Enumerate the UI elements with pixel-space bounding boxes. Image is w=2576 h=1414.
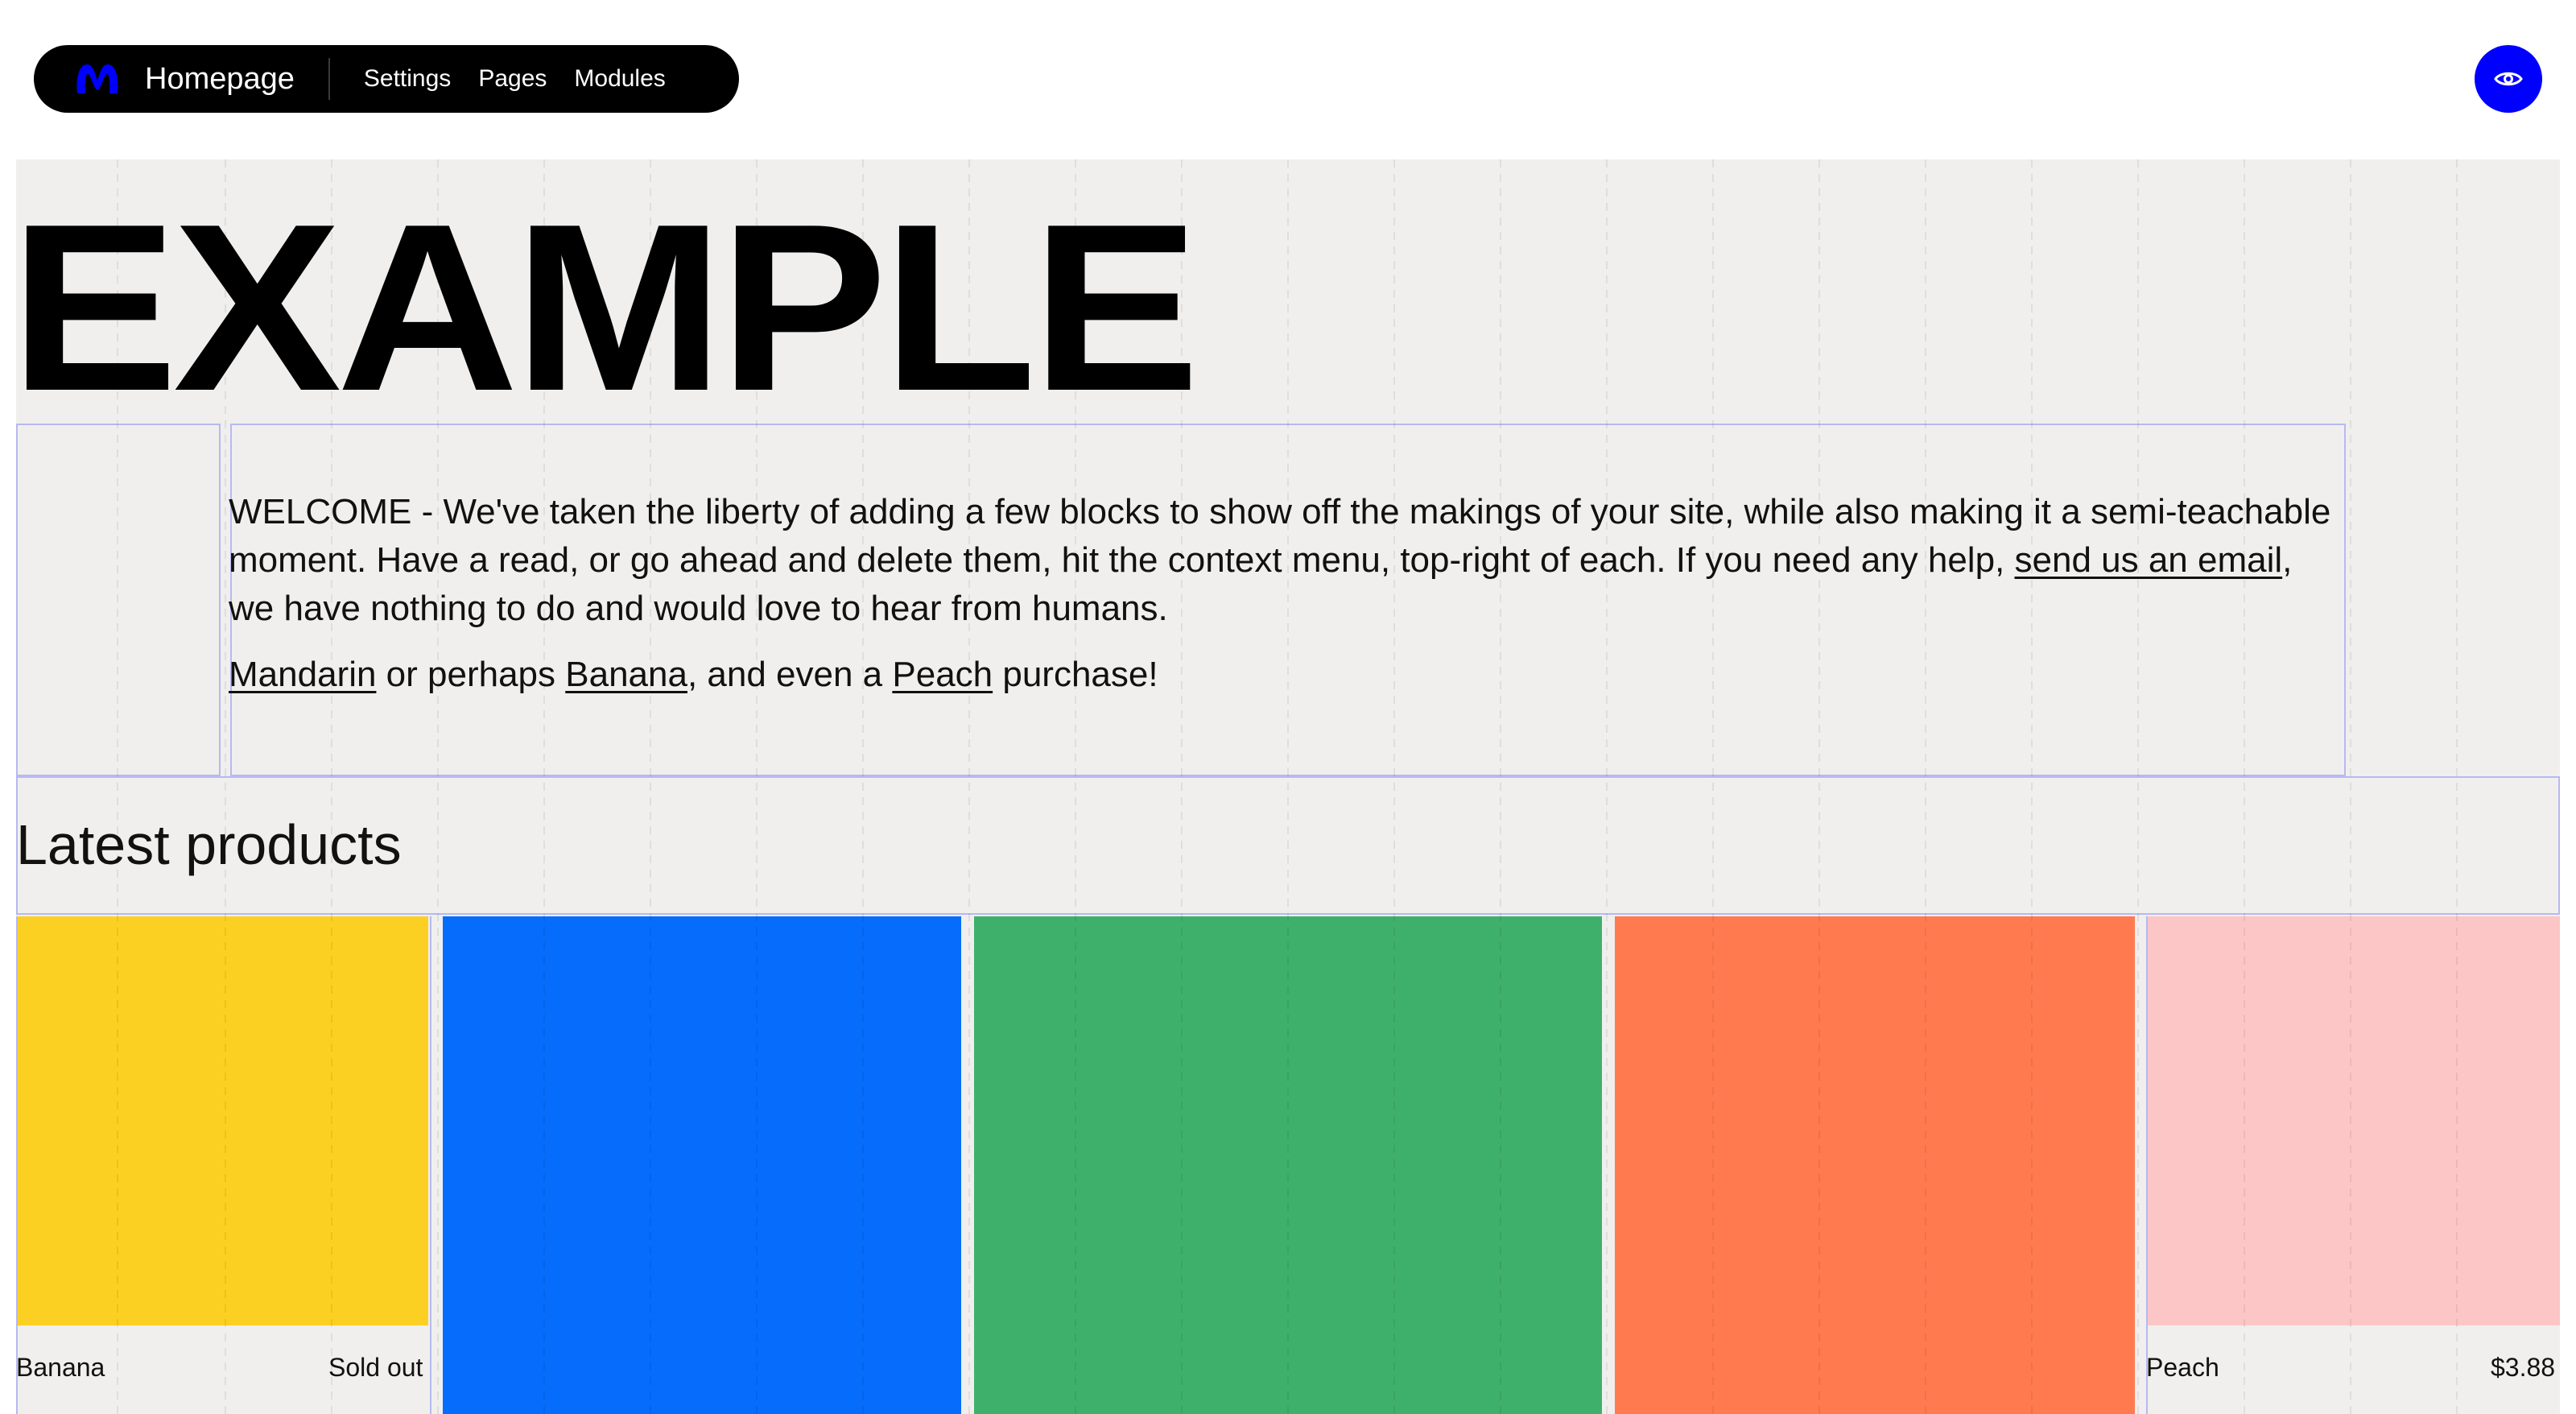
- product-price: $3.88: [2491, 1353, 2556, 1382]
- peach-link[interactable]: Peach: [892, 655, 993, 694]
- product-image[interactable]: [974, 916, 1602, 1414]
- page-canvas: EXAMPLE WELCOME - We've taken the libert…: [16, 159, 2560, 1414]
- nav-link-settings[interactable]: Settings: [364, 67, 451, 91]
- section-title: Latest products: [16, 813, 402, 876]
- card-outline: [430, 916, 431, 1414]
- nav-divider: [328, 58, 330, 100]
- product-image[interactable]: [443, 916, 961, 1414]
- email-link[interactable]: send us an email: [2015, 540, 2283, 580]
- welcome-paragraph: WELCOME - We've taken the liberty of add…: [229, 488, 2338, 633]
- product-name[interactable]: Peach: [2146, 1354, 2219, 1380]
- product-card[interactable]: [16, 916, 428, 1414]
- eye-icon: [2494, 72, 2523, 86]
- product-image[interactable]: [2146, 916, 2560, 1325]
- nav-link-pages[interactable]: Pages: [478, 67, 547, 91]
- product-card[interactable]: [974, 916, 1602, 1414]
- products-header-block[interactable]: Latest products: [16, 776, 2560, 915]
- brand-logo-icon[interactable]: [74, 63, 121, 95]
- card-outline: [2146, 916, 2148, 1414]
- purchase-text: purchase!: [993, 655, 1158, 694]
- product-image[interactable]: [1615, 916, 2135, 1414]
- hero-title[interactable]: EXAMPLE: [16, 188, 1200, 427]
- mandarin-link[interactable]: Mandarin: [229, 655, 376, 694]
- top-navigation: Homepage Settings Pages Modules: [34, 45, 739, 113]
- product-card[interactable]: [2146, 916, 2560, 1414]
- product-card[interactable]: [443, 916, 961, 1414]
- product-card[interactable]: [1615, 916, 2135, 1414]
- purchase-text: , and even a: [687, 655, 893, 694]
- purchase-text: or perhaps: [376, 655, 566, 694]
- purchase-paragraph: Mandarin or perhaps Banana, and even a P…: [229, 651, 1158, 699]
- product-status: Sold out: [328, 1353, 423, 1382]
- site-title[interactable]: Homepage: [145, 64, 295, 94]
- nav-link-modules[interactable]: Modules: [574, 67, 665, 91]
- empty-block[interactable]: [16, 424, 221, 776]
- product-image[interactable]: [16, 916, 428, 1325]
- preview-button[interactable]: [2475, 45, 2542, 113]
- product-name[interactable]: Banana: [16, 1354, 105, 1380]
- card-outline: [16, 916, 18, 1414]
- banana-link[interactable]: Banana: [565, 655, 687, 694]
